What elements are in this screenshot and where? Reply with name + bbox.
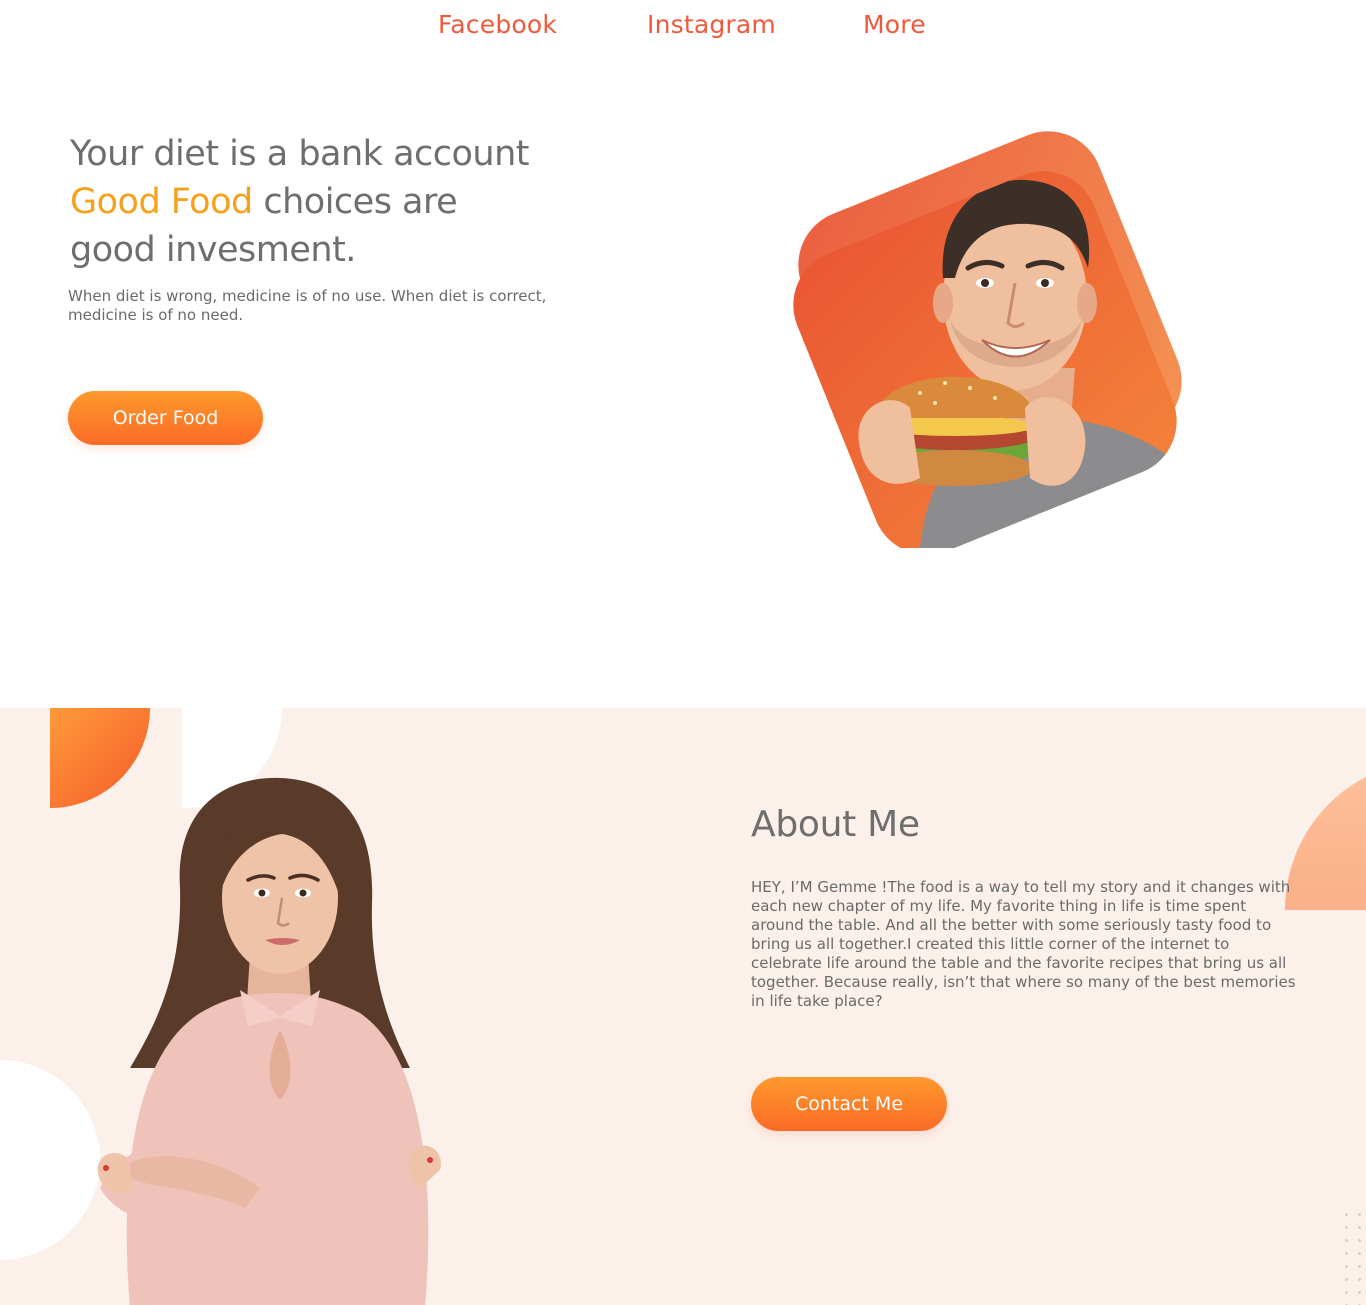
nav-link-more[interactable]: More — [863, 10, 926, 39]
about-woman-portrait-image — [97, 777, 441, 1305]
about-body-text: HEY, I’M Gemme !The food is a way to tel… — [751, 878, 1296, 1010]
hero-title: Your diet is a bank account Good Food ch… — [70, 130, 630, 274]
hero-title-line-3: good invesment. — [70, 230, 356, 270]
hero-man-with-burger-image — [776, 131, 1194, 548]
hero-subtitle: When diet is wrong, medicine is of no us… — [68, 287, 547, 324]
hero-title-line-2-rest: choices are — [252, 182, 458, 222]
hero-title-line-1: Your diet is a bank account — [70, 134, 530, 174]
white-circle-decoration — [0, 1060, 100, 1260]
hero-title-accent: Good Food — [70, 182, 253, 222]
order-food-button[interactable]: Order Food — [68, 391, 263, 445]
contact-me-button[interactable]: Contact Me — [751, 1077, 947, 1131]
nav-link-instagram[interactable]: Instagram — [647, 10, 776, 39]
top-nav: Facebook Instagram More — [0, 10, 1366, 50]
nav-link-facebook[interactable]: Facebook — [438, 10, 557, 39]
about-section: About Me HEY, I’M Gemme !The food is a w… — [0, 708, 1366, 1305]
dot-grid-decoration — [1340, 1208, 1366, 1305]
about-title: About Me — [751, 804, 920, 845]
peach-quarter-circle-decoration — [1285, 760, 1366, 910]
hero-title-line-2: Good Food choices are — [70, 178, 630, 226]
